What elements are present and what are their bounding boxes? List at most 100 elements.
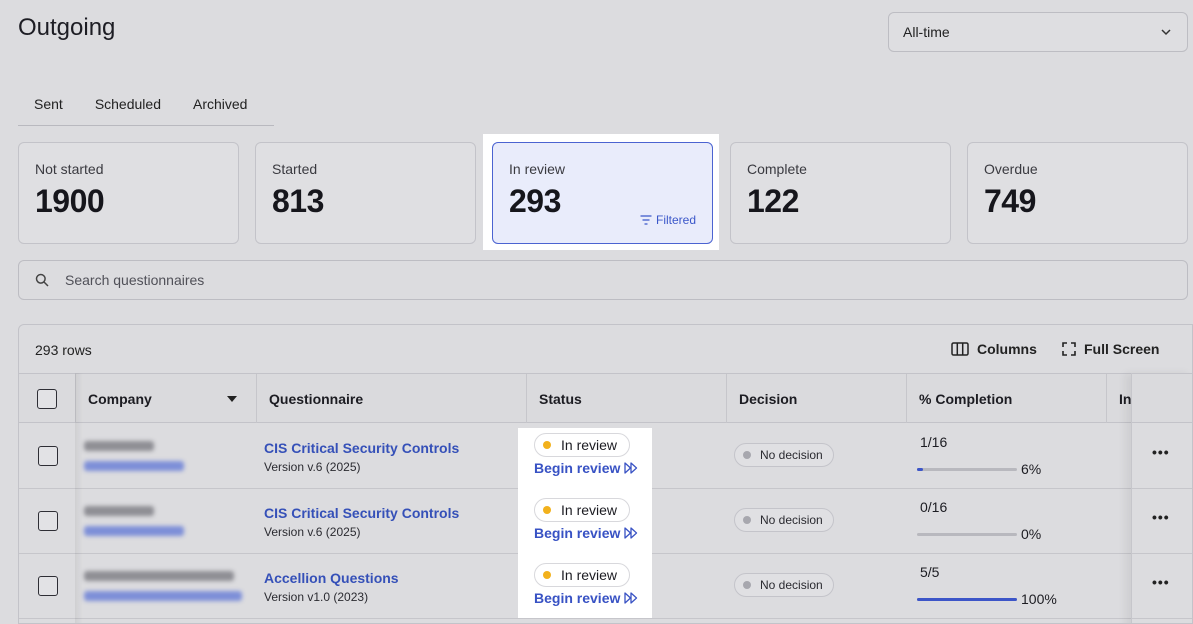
company-domain-redacted xyxy=(84,526,184,536)
fast-forward-icon xyxy=(624,527,638,539)
status-dot-icon xyxy=(543,571,551,579)
search-icon xyxy=(35,273,49,287)
begin-review-label: Begin review xyxy=(534,460,621,476)
row-checkbox[interactable] xyxy=(38,446,58,466)
columns-label: Columns xyxy=(977,341,1037,357)
tab-bar: Sent Scheduled Archived xyxy=(18,86,274,126)
fast-forward-icon xyxy=(624,462,638,474)
tab-scheduled[interactable]: Scheduled xyxy=(79,86,177,125)
table-row[interactable]: CIS Critical Security Controls Version v… xyxy=(19,424,1192,492)
status-badge: In review xyxy=(534,498,631,522)
row-checkbox[interactable] xyxy=(38,511,58,531)
stat-label: Not started xyxy=(35,161,104,177)
status-label: In review xyxy=(561,437,618,453)
questionnaire-link[interactable]: CIS Critical Security Controls xyxy=(264,440,524,456)
begin-review-label: Begin review xyxy=(534,590,621,606)
tab-sent[interactable]: Sent xyxy=(18,86,79,125)
completion-bar xyxy=(917,598,1017,601)
row-actions-column xyxy=(1131,373,1192,623)
stat-card-complete[interactable]: Complete 122 xyxy=(730,142,951,244)
status-dot-icon xyxy=(543,506,551,514)
filtered-label: Filtered xyxy=(655,213,696,227)
completion-fraction: 5/5 xyxy=(920,564,940,580)
decision-dot-icon xyxy=(743,581,751,589)
completion-percent: 0% xyxy=(1021,526,1042,542)
search-input[interactable] xyxy=(65,272,665,288)
tab-archived[interactable]: Archived xyxy=(177,86,263,125)
date-range-select[interactable]: All-time xyxy=(888,12,1188,52)
filtered-indicator: Filtered xyxy=(640,213,696,227)
column-company[interactable]: Company xyxy=(76,374,257,423)
columns-button[interactable]: Columns xyxy=(951,341,1037,357)
company-domain-redacted xyxy=(84,461,184,471)
stat-value: 813 xyxy=(272,183,324,219)
decision-label: No decision xyxy=(760,513,823,527)
column-next-label: In xyxy=(1119,390,1132,407)
sort-down-icon[interactable] xyxy=(227,396,237,403)
decision-badge: No decision xyxy=(734,443,834,467)
completion-bar xyxy=(917,533,1017,536)
begin-review-link[interactable]: Begin review xyxy=(534,525,638,541)
decision-badge: No decision xyxy=(734,508,834,532)
stat-value: 749 xyxy=(984,183,1036,219)
stat-label: Overdue xyxy=(984,161,1038,177)
company-cell[interactable] xyxy=(76,489,257,553)
select-all-checkbox[interactable] xyxy=(37,388,57,409)
column-completion[interactable]: % Completion xyxy=(907,374,1107,423)
table-row[interactable]: Accellion Questions Version v1.0 (2023) … xyxy=(19,554,1192,619)
columns-icon xyxy=(951,342,969,356)
date-range-value: All-time xyxy=(903,24,950,40)
status-badge: In review xyxy=(534,433,631,457)
stat-label: In review xyxy=(509,161,566,177)
column-decision-label: Decision xyxy=(739,390,798,407)
questionnaire-link[interactable]: Accellion Questions xyxy=(264,570,524,586)
questionnaire-link[interactable]: CIS Critical Security Controls xyxy=(264,505,524,521)
decision-badge: No decision xyxy=(734,573,834,597)
questionnaire-version: Version v1.0 (2023) xyxy=(264,590,369,604)
fullscreen-button[interactable]: Full Screen xyxy=(1062,341,1159,357)
fullscreen-label: Full Screen xyxy=(1084,341,1160,357)
questionnaire-table: 293 rows Columns Full Screen Company Que… xyxy=(18,324,1193,624)
column-company-label: Company xyxy=(88,390,152,407)
stat-value: 1900 xyxy=(35,183,105,219)
status-badge: In review xyxy=(534,563,631,587)
begin-review-link[interactable]: Begin review xyxy=(534,590,638,606)
decision-dot-icon xyxy=(743,451,751,459)
column-status[interactable]: Status xyxy=(527,374,727,423)
stat-card-overdue[interactable]: Overdue 749 xyxy=(967,142,1188,244)
status-label: In review xyxy=(561,567,618,583)
stat-label: Complete xyxy=(747,161,807,177)
questionnaire-version: Version v.6 (2025) xyxy=(264,525,361,539)
completion-percent: 6% xyxy=(1021,461,1042,477)
questionnaire-version: Version v.6 (2025) xyxy=(264,460,361,474)
frozen-column-shadow xyxy=(75,373,83,623)
stat-card-started[interactable]: Started 813 xyxy=(255,142,476,244)
search-bar[interactable] xyxy=(18,260,1188,300)
fullscreen-icon xyxy=(1062,342,1076,356)
column-questionnaire[interactable]: Questionnaire xyxy=(257,374,527,423)
table-row[interactable]: CIS Critical Security Controls Version v… xyxy=(19,489,1192,554)
company-name-redacted xyxy=(84,571,234,581)
begin-review-link[interactable]: Begin review xyxy=(534,460,638,476)
column-questionnaire-label: Questionnaire xyxy=(269,390,364,407)
select-all-cell xyxy=(19,374,76,423)
status-label: In review xyxy=(561,502,618,518)
page-title: Outgoing xyxy=(18,14,116,41)
completion-bar xyxy=(917,468,1017,471)
begin-review-label: Begin review xyxy=(534,525,621,541)
company-domain-redacted xyxy=(84,591,242,601)
stat-card-not-started[interactable]: Not started 1900 xyxy=(18,142,239,244)
completion-fraction: 0/16 xyxy=(920,499,948,515)
company-cell[interactable] xyxy=(76,424,257,488)
row-select-cell xyxy=(19,554,76,618)
questionnaire-cell: CIS Critical Security Controls Version v… xyxy=(264,489,524,553)
column-decision[interactable]: Decision xyxy=(727,374,907,423)
completion-percent: 100% xyxy=(1021,591,1057,607)
decision-label: No decision xyxy=(760,448,823,462)
company-cell[interactable] xyxy=(76,554,257,618)
questionnaire-cell: Accellion Questions Version v1.0 (2023) xyxy=(264,554,524,618)
company-name-redacted xyxy=(84,506,154,516)
row-checkbox[interactable] xyxy=(38,576,58,596)
stat-value: 122 xyxy=(747,183,799,219)
stat-card-in-review[interactable]: In review 293 Filtered xyxy=(492,142,713,244)
